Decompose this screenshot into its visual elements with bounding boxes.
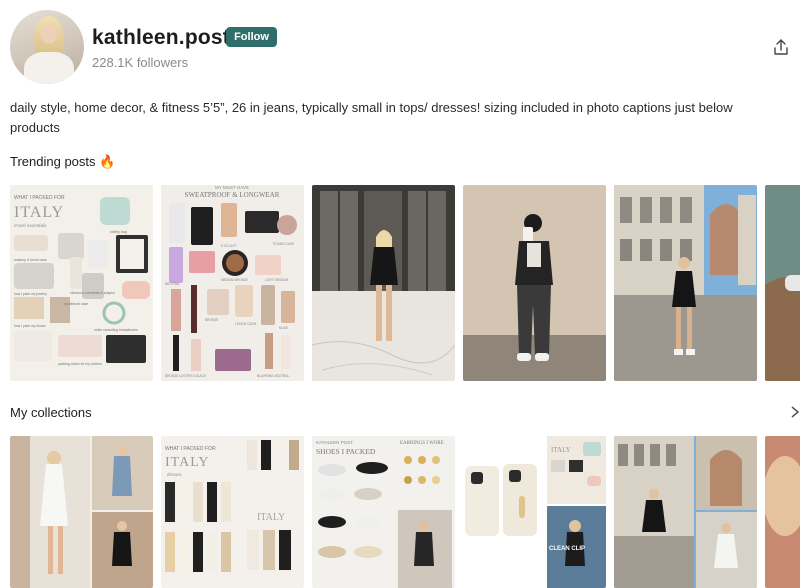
tile-title-big: ITALY [257,512,285,523]
tile-title-big: ITALY [551,446,571,454]
collection-outfits[interactable] [10,436,153,588]
collection-shoes[interactable]: KATHLEEN POST SHOES I PACKED EARRINGS I … [312,436,455,588]
tile-label: NEUTRAL [165,282,180,286]
trending-posts-row: WHAT I PACKED FOR ITALY travel essential… [10,185,800,381]
profile-header: kathleen.post Follow 228.1K followers [10,10,790,86]
tile-subtitle: travel essentials [14,224,46,229]
tile-title-big: SWEATPROOF & LONGWEAR [185,191,280,199]
tile-title-right: EARRINGS I WORE [400,441,444,446]
collection-phone-cases[interactable]: ITALY CLEAN CLIP [463,436,606,588]
tile-label: toiletry bag [110,230,127,234]
trending-post-photo-partial[interactable] [765,185,800,381]
collection-florence[interactable] [614,436,757,588]
chevron-right-icon[interactable] [790,405,800,419]
tile-label: MEDIUM BRONZE [221,278,248,282]
tile-label: how i pack my jewelry [14,292,47,296]
trending-post-makeup[interactable]: MY MUST HAVE SWEATPROOF & LONGWEAR E.SCU… [161,185,304,381]
avatar[interactable] [10,10,84,84]
tile-label: how i pack my shoes [14,324,46,328]
trending-post-italy-packing[interactable]: WHAT I PACKED FOR ITALY travel essential… [10,185,153,381]
tile-label: toothbrush case [64,302,88,306]
follow-button[interactable]: Follow [226,27,277,47]
tile-label: electronic converter & adaptor [70,291,116,295]
username: kathleen.post [92,26,230,49]
tile-label: BLURRING NEUTRAL [257,374,289,378]
tile-caption: CLEAN CLIP [549,546,585,552]
collection-italy-dresses[interactable]: WHAT I PACKED FOR ITALY dresses ITALY [161,436,304,588]
collections-row: WHAT I PACKED FOR ITALY dresses ITALY KA… [10,436,800,588]
trending-post-photo-mirror[interactable] [463,185,606,381]
tile-label: LIGHT MEDIUM [265,278,288,282]
tile-title-small: KATHLEEN POST [316,440,353,445]
tile-title-small: WHAT I PACKED FOR [165,446,216,452]
follower-count: 228.1K followers [92,55,189,70]
tile-title-big: ITALY [165,455,209,470]
my-collections-heading: My collections [10,405,92,420]
tile-label: NUDE [279,326,288,330]
tile-label: packing cubes for my clothes [58,362,102,366]
tile-subtitle: dresses [167,473,182,478]
tile-label: BRONZE LUSTER & BLACK [165,374,207,378]
tile-title-big: SHOES I PACKED [316,447,376,456]
share-icon[interactable] [772,38,790,56]
tile-label: E.SCULPT [221,244,237,248]
tile-title-small: MY MUST HAVE [215,185,249,190]
trending-post-photo-duomo[interactable] [614,185,757,381]
tile-label: makeup & brush case [14,258,47,262]
trending-post-photo-lobby[interactable] [312,185,455,381]
tile-label: BRONZE [205,318,218,322]
profile-bio: daily style, home decor, & fitness 5’5”,… [10,100,733,135]
trending-posts-heading: Trending posts 🔥 [10,154,116,169]
tile-label: LEMON CASH [235,322,257,326]
tile-label: noise cancelling headphones [94,328,138,332]
collection-partial[interactable] [765,436,800,588]
tile-title-small: WHAT I PACKED FOR [14,195,65,201]
tile-title-big: ITALY [14,204,64,221]
tile-label: POUND CAKE [273,242,294,246]
